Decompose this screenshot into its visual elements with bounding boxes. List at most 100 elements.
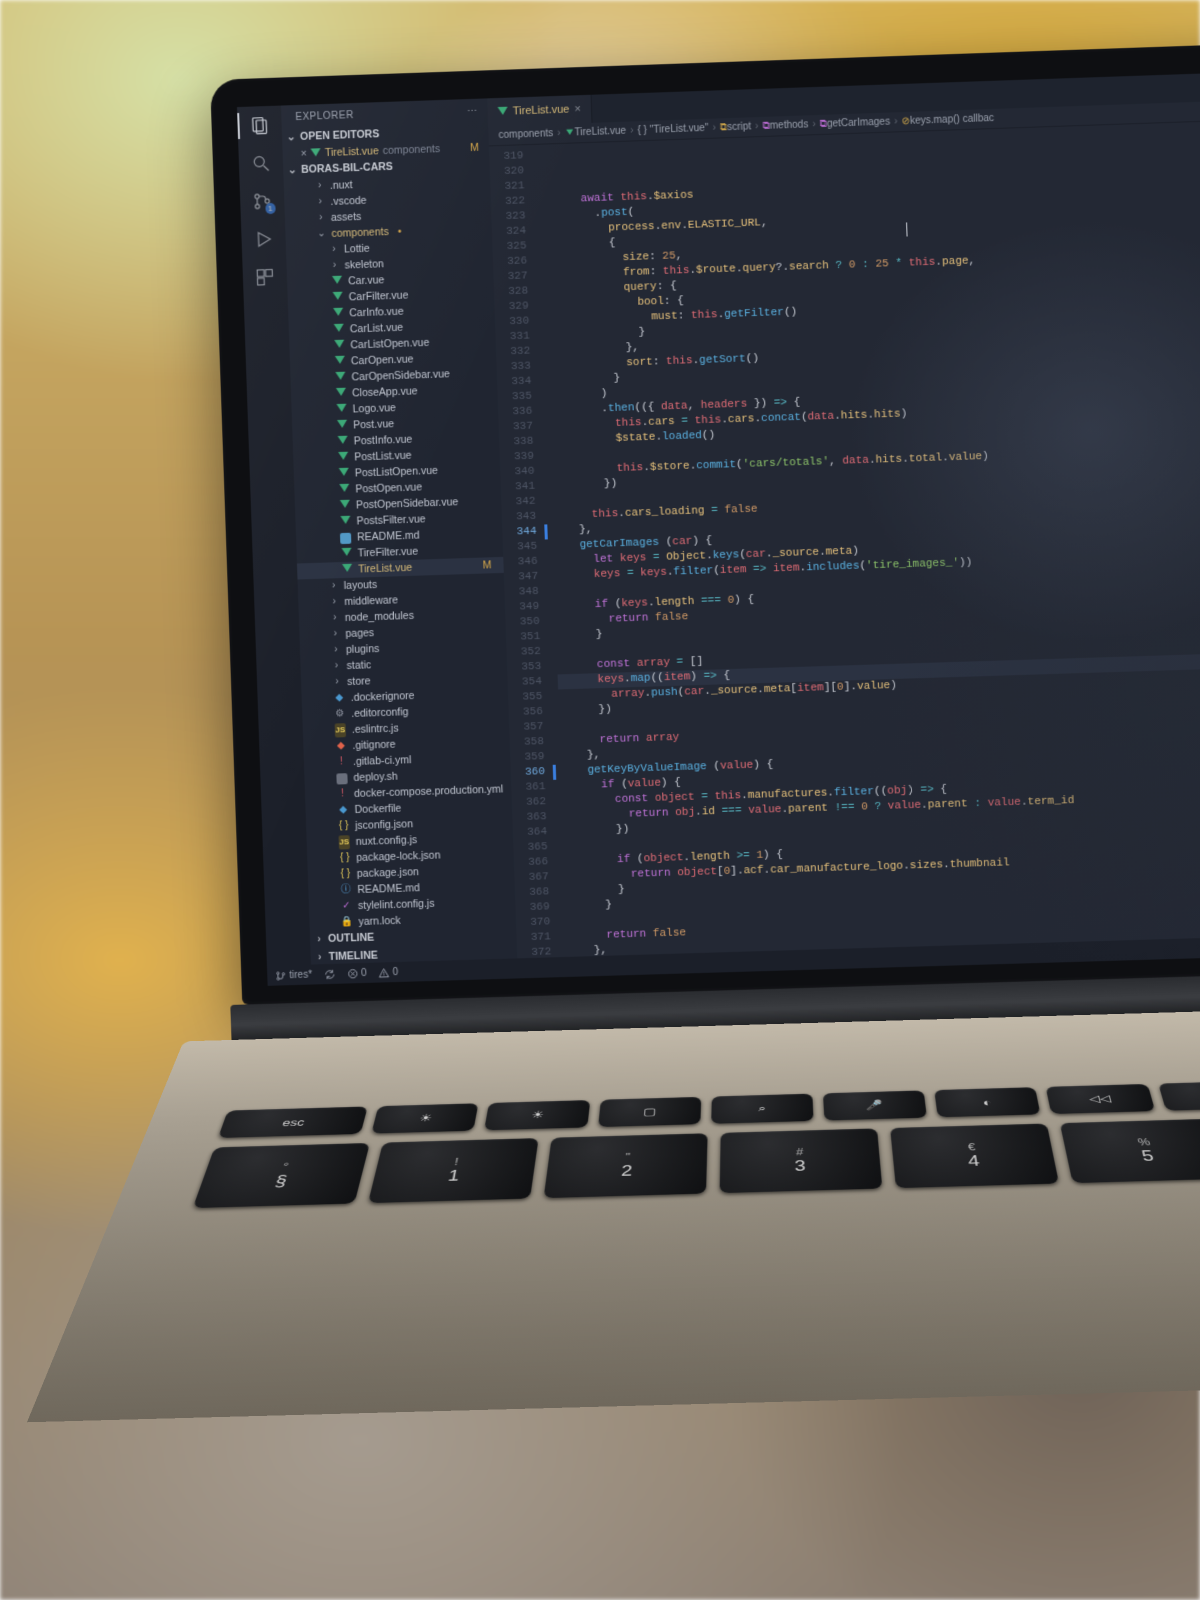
stylelint-icon: ✓ — [342, 899, 351, 913]
warnings-indicator[interactable]: 0 — [379, 966, 399, 978]
vue-icon — [340, 515, 350, 529]
file-label: Logo.vue — [352, 401, 396, 416]
file-label: PostListOpen.vue — [355, 464, 438, 481]
explorer-icon[interactable] — [248, 114, 271, 137]
vue-icon — [341, 547, 351, 561]
number-key[interactable]: °§ — [193, 1143, 370, 1208]
file-label: .dockerignore — [350, 689, 414, 705]
file-label: CloseApp.vue — [352, 384, 418, 400]
fn-key[interactable]: 🎤 — [823, 1090, 927, 1120]
file-label: package-lock.json — [356, 848, 441, 865]
vue-icon — [339, 483, 349, 497]
folder-label: Lottie — [344, 242, 370, 257]
chevron-right-icon: › — [329, 595, 339, 609]
file-label: .editorconfig — [351, 705, 409, 721]
laptop: 1 EXPLORER⋯ ⌄OPEN EDITORS — [210, 41, 1200, 1479]
code-content[interactable]: await this.$axios .post( process.env.ELA… — [531, 118, 1200, 977]
vue-icon — [336, 403, 346, 417]
extensions-icon[interactable] — [254, 266, 277, 289]
chevron-down-icon: ⌄ — [316, 227, 326, 241]
folder-label: pages — [345, 626, 374, 641]
shell-icon — [336, 773, 347, 784]
chevron-right-icon: › — [332, 675, 342, 689]
branch-indicator[interactable]: tires* — [275, 969, 312, 981]
chevron-right-icon: › — [315, 195, 325, 209]
file-label: .gitlab-ci.yml — [353, 753, 412, 769]
fn-key[interactable]: ◁◁ — [1046, 1084, 1155, 1114]
fn-key[interactable]: esc — [218, 1106, 368, 1138]
number-key[interactable]: €4 — [890, 1123, 1059, 1188]
file-label: PostList.vue — [354, 449, 412, 465]
folder-label: static — [346, 658, 371, 673]
breadcrumb-segment[interactable]: ⧉ methods — [762, 119, 808, 132]
breadcrumb-segment[interactable]: { } "TireList.vue" — [637, 123, 708, 136]
file-label: Car.vue — [348, 273, 385, 288]
breadcrumb-segment[interactable]: ⧉ getCarImages — [820, 117, 891, 130]
folder-label: .nuxt — [330, 178, 353, 193]
file-label: yarn.lock — [358, 914, 401, 929]
lock-icon: 🔒 — [341, 915, 354, 929]
errors-indicator[interactable]: 0 — [347, 967, 367, 979]
editor: TireList.vue × components› TireList.vue›… — [487, 70, 1200, 979]
modified-indicator: M — [482, 558, 497, 572]
vue-icon — [342, 563, 352, 577]
vue-icon — [337, 435, 347, 449]
breadcrumb-segment[interactable]: components — [498, 128, 553, 141]
keyboard: esc☀☀▢⌕🎤◐◁◁▷▷▷ °§!1"2#3€4%5&6 — [132, 1077, 1200, 1376]
chevron-right-icon: › — [330, 611, 340, 625]
breadcrumb-segment[interactable]: ⧉ script — [720, 121, 752, 133]
tab-close-icon[interactable]: × — [574, 103, 581, 115]
number-key[interactable]: !1 — [368, 1138, 539, 1203]
search-icon[interactable] — [250, 152, 273, 175]
fn-key[interactable]: ▢ — [598, 1097, 701, 1127]
file-label: PostInfo.vue — [354, 433, 413, 449]
source-control-icon[interactable]: 1 — [251, 190, 274, 213]
vue-icon — [339, 499, 349, 513]
js-icon: JS — [334, 723, 346, 737]
number-key[interactable]: #3 — [720, 1128, 883, 1193]
chevron-right-icon: › — [329, 259, 339, 273]
json-icon: { } — [339, 819, 349, 833]
tab-tirelist[interactable]: TireList.vue × — [487, 95, 592, 127]
docker-icon: ◆ — [335, 691, 343, 705]
file-label: CarOpen.vue — [351, 352, 414, 368]
folder-label: node_modules — [345, 609, 414, 625]
run-debug-icon[interactable] — [252, 228, 275, 251]
yaml-icon: ! — [341, 787, 344, 801]
close-icon[interactable]: × — [300, 147, 307, 159]
breadcrumb-segment[interactable]: ⊘ keys.map() callbac — [901, 113, 994, 127]
chevron-right-icon: › — [329, 243, 339, 257]
modified-indicator: M — [470, 141, 485, 154]
file-label: README.md — [357, 529, 420, 545]
source-control-badge: 1 — [265, 203, 276, 214]
file-label: TireFilter.vue — [357, 545, 418, 561]
file-label: PostsFilter.vue — [356, 512, 425, 528]
vue-icon — [333, 307, 343, 321]
number-key[interactable]: "2 — [544, 1133, 708, 1198]
folder-label: middleware — [344, 593, 398, 609]
yaml-icon: ! — [340, 755, 343, 769]
code-area[interactable]: 3193203213223233243253263273283293303313… — [489, 118, 1200, 979]
fn-key[interactable]: ☀ — [372, 1103, 479, 1133]
sidebar-more-icon[interactable]: ⋯ — [467, 106, 478, 117]
chevron-right-icon: › — [331, 643, 341, 657]
gear-icon: ⚙ — [335, 707, 344, 721]
json-icon: { } — [340, 867, 350, 881]
fn-key[interactable]: ☀ — [485, 1100, 590, 1130]
vue-icon — [338, 451, 348, 465]
vue-icon — [336, 419, 346, 433]
vue-icon — [338, 467, 348, 481]
docker-icon: ◆ — [339, 803, 347, 817]
number-key[interactable]: %5 — [1060, 1119, 1200, 1184]
fn-key[interactable]: ⌕ — [711, 1094, 814, 1124]
file-label: .eslintrc.js — [352, 722, 399, 737]
vue-icon — [335, 387, 345, 401]
breadcrumb-segment[interactable]: TireList.vue — [564, 126, 626, 139]
chevron-right-icon: › — [329, 579, 339, 593]
folder-label: plugins — [346, 642, 380, 657]
vue-icon — [333, 323, 343, 337]
vue-icon — [334, 339, 344, 353]
fn-key[interactable]: ▷ — [1158, 1081, 1200, 1111]
fn-key[interactable]: ◐ — [934, 1087, 1040, 1117]
sync-indicator[interactable] — [324, 968, 335, 979]
